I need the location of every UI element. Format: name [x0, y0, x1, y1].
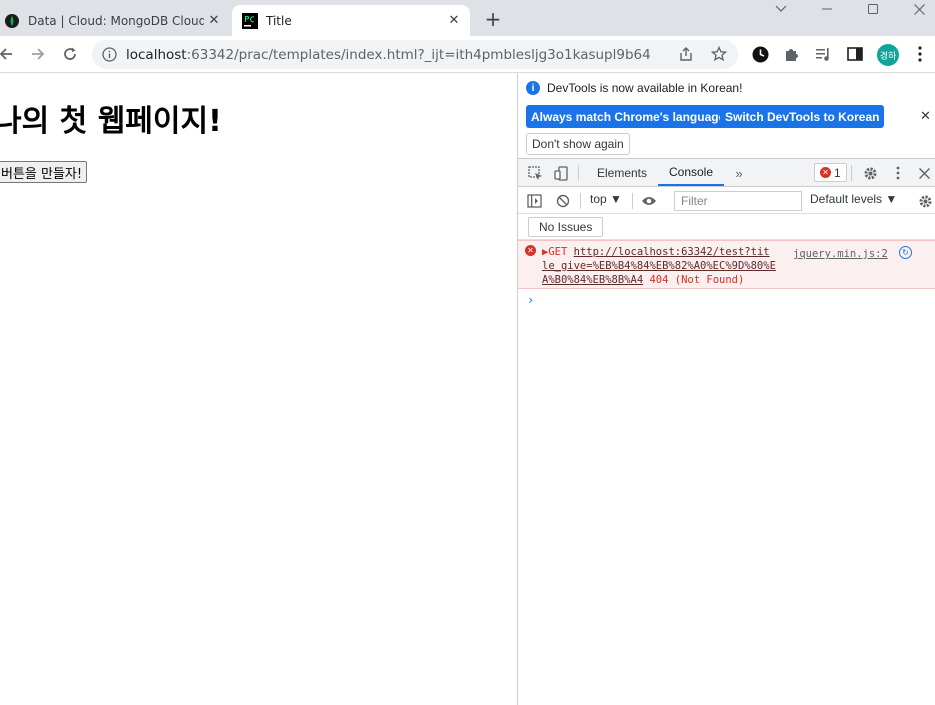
devtools-panel: i DevTools is now available in Korean! A… [517, 73, 935, 705]
media-control-icon[interactable] [809, 40, 837, 68]
console-error-entry[interactable]: ✕ ▶GET http://localhost:63342/test?tit l… [518, 240, 935, 289]
info-icon[interactable] [102, 47, 117, 66]
pycharm-icon [242, 12, 258, 29]
url-path: :63342/prac/templates/index.html?_ijt=it… [186, 47, 651, 63]
url-host: localhost [126, 47, 187, 63]
avatar[interactable]: 경하 [877, 44, 899, 66]
more-tabs-icon[interactable]: » [730, 164, 748, 182]
request-url[interactable]: http://localhost:63342/test?tit [574, 246, 770, 258]
device-toolbar-icon[interactable] [552, 164, 570, 182]
page-title: 나의 첫 웹페이지! [0, 104, 222, 139]
maximize-button[interactable] [850, 0, 896, 18]
switch-devtools-korean-button[interactable]: Switch DevTools to Korean [720, 105, 885, 128]
divider [851, 165, 852, 181]
tab-console[interactable]: Console [658, 159, 724, 186]
error-line-3: A%B0%84%EB%8B%A4 404 (Not Found) [542, 274, 744, 286]
url-text: localhost:63342/prac/templates/index.htm… [126, 47, 651, 63]
error-icon: ✕ [525, 245, 536, 256]
always-match-language-button[interactable]: Always match Chrome's language [526, 105, 731, 128]
issues-bar: No Issues [518, 214, 935, 240]
error-icon: ✕ [820, 167, 831, 178]
more-menu-icon[interactable] [906, 40, 934, 68]
error-line-2: le_give=%EB%B4%84%EB%82%A0%EC%9D%80%E [542, 260, 776, 272]
forward-button[interactable] [24, 40, 52, 68]
side-panel-icon[interactable] [841, 40, 869, 68]
kebab-menu-icon[interactable] [889, 164, 907, 182]
make-button[interactable]: 버튼을 만들자! [0, 161, 88, 183]
levels-label: Default levels [810, 192, 883, 206]
error-count-badge[interactable]: ✕ 1 [814, 163, 847, 182]
reload-button[interactable] [56, 40, 84, 68]
divider [578, 165, 579, 181]
share-icon[interactable] [678, 46, 694, 66]
inspect-element-icon[interactable] [526, 164, 544, 182]
star-icon[interactable] [710, 45, 728, 66]
devtools-tab-bar: Elements Console » ✕ 1 [518, 159, 935, 187]
filter-input[interactable]: Filter [674, 191, 802, 211]
dont-show-again-button[interactable]: Don't show again [526, 133, 630, 155]
info-icon: i [526, 81, 540, 95]
dropdown-arrow-icon: ▼ [610, 192, 622, 206]
log-levels-dropdown[interactable]: Default levels ▼ [810, 192, 897, 206]
close-devtools-icon[interactable] [915, 164, 933, 182]
request-url-end[interactable]: A%B0%84%EB%8B%A4 [542, 274, 643, 286]
new-tab-button[interactable]: + [480, 6, 506, 32]
extensions-icon[interactable] [778, 40, 806, 68]
close-icon[interactable]: ✕ [444, 11, 464, 31]
minimize-button[interactable] [804, 0, 850, 18]
context-selector[interactable]: top ▼ [590, 192, 622, 206]
tab-mongodb[interactable]: Data | Cloud: MongoDB Cloud ✕ [0, 5, 230, 36]
browser-toolbar: localhost:63342/prac/templates/index.htm… [0, 36, 935, 73]
network-request-icon[interactable]: ↻ [899, 246, 912, 259]
status-text: 404 (Not Found) [649, 274, 745, 286]
page-viewport: 나의 첫 웹페이지! 버튼을 만들자! [0, 73, 517, 705]
chevron-down-icon[interactable] [758, 0, 804, 18]
dropdown-arrow-icon: ▼ [885, 192, 898, 206]
console-toolbar: top ▼ Filter Default levels ▼ [518, 187, 935, 214]
request-url-continued[interactable]: le_give=%EB%B4%84%EB%82%A0%EC%9D%80%E [542, 260, 776, 272]
context-label: top [590, 192, 607, 206]
source-link[interactable]: jquery.min.js:2 [793, 248, 888, 260]
tab-title: Data | Cloud: MongoDB Cloud [28, 13, 204, 28]
error-line-1: ▶GET http://localhost:63342/test?tit [542, 246, 770, 258]
address-bar[interactable]: localhost:63342/prac/templates/index.htm… [92, 40, 738, 69]
request-method: GET [548, 246, 568, 258]
language-infobar: i DevTools is now available in Korean! A… [518, 73, 935, 159]
tab-elements[interactable]: Elements [590, 159, 654, 186]
tab-title: Title [266, 13, 292, 28]
no-issues-button[interactable]: No Issues [528, 217, 604, 237]
sidebar-toggle-icon[interactable] [525, 192, 543, 210]
mongodb-leaf-icon [4, 13, 20, 29]
divider [632, 193, 633, 209]
console-settings-gear-icon[interactable] [916, 192, 934, 210]
console-prompt-chevron-icon[interactable]: › [527, 293, 534, 307]
close-window-button[interactable] [896, 0, 935, 18]
close-icon[interactable]: ✕ [920, 108, 931, 124]
tab-title-page[interactable]: Title ✕ [232, 5, 470, 36]
close-icon[interactable]: ✕ [204, 11, 224, 31]
tab-strip: Data | Cloud: MongoDB Cloud ✕ Title ✕ + [0, 0, 935, 36]
eye-icon[interactable] [640, 192, 658, 210]
divider [580, 193, 581, 209]
infobar-message: DevTools is now available in Korean! [547, 81, 743, 95]
settings-gear-icon[interactable] [861, 164, 879, 182]
clock-extension-icon[interactable] [746, 40, 774, 68]
error-count: 1 [834, 165, 841, 180]
back-button[interactable] [0, 40, 20, 68]
clear-console-icon[interactable] [554, 192, 572, 210]
